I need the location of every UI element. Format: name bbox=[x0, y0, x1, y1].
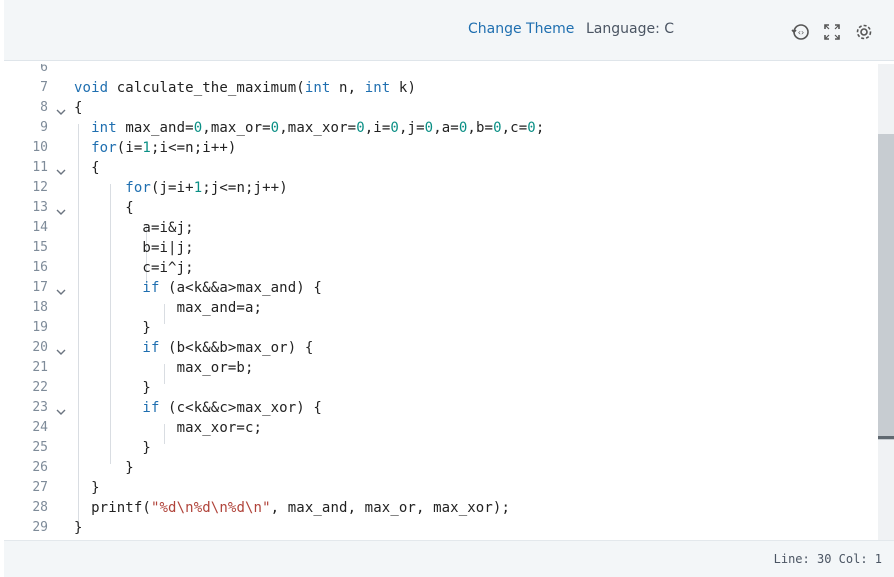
line-number: 25 bbox=[32, 440, 48, 455]
code-text: } bbox=[74, 320, 151, 336]
fold-chevron-icon[interactable] bbox=[56, 103, 66, 115]
code-text: max_or=b; bbox=[74, 360, 254, 376]
fold-chevron-icon[interactable] bbox=[56, 283, 66, 295]
code-line[interactable]: 9 int max_and=0,max_or=0,max_xor=0,i=0,j… bbox=[4, 118, 878, 138]
svg-text:‹›: ‹› bbox=[798, 28, 804, 37]
line-number: 9 bbox=[40, 120, 48, 135]
code-text: void calculate_the_maximum(int n, int k) bbox=[74, 80, 416, 96]
line-number: 6 bbox=[40, 64, 48, 75]
code-line[interactable]: 21 max_or=b; bbox=[4, 358, 878, 378]
code-line[interactable]: 24 max_xor=c; bbox=[4, 418, 878, 438]
code-line[interactable]: 27 } bbox=[4, 478, 878, 498]
code-line[interactable]: 15 b=i|j; bbox=[4, 238, 878, 258]
editor-toolbar: Change Theme Language: C ‹› bbox=[4, 0, 894, 61]
code-text: b=i|j; bbox=[74, 240, 194, 256]
code-text: } bbox=[74, 380, 151, 396]
code-line[interactable]: 12 for(j=i+1;j<=n;j++) bbox=[4, 178, 878, 198]
line-number: 22 bbox=[32, 380, 48, 395]
code-line[interactable]: 25 } bbox=[4, 438, 878, 458]
line-number: 17 bbox=[32, 280, 48, 295]
code-text: max_and=a; bbox=[74, 300, 263, 316]
fold-chevron-icon[interactable] bbox=[56, 163, 66, 175]
line-number: 18 bbox=[32, 300, 48, 315]
cursor-position: Line: 30 Col: 1 bbox=[773, 552, 882, 566]
code-text: } bbox=[74, 480, 100, 496]
code-line[interactable]: 26 } bbox=[4, 458, 878, 478]
code-line[interactable]: 22 } bbox=[4, 378, 878, 398]
scrollbar-thumb[interactable] bbox=[878, 134, 894, 440]
code-line[interactable]: 29} bbox=[4, 518, 878, 538]
gear-icon[interactable] bbox=[854, 22, 874, 42]
fold-chevron-icon[interactable] bbox=[56, 343, 66, 355]
code-area[interactable]: 6 7 void calculate_the_maximum(int n, int … bbox=[4, 64, 878, 540]
line-number: 15 bbox=[32, 240, 48, 255]
code-line[interactable]: 6 bbox=[4, 64, 878, 78]
code-line[interactable]: 7 void calculate_the_maximum(int n, int k… bbox=[4, 78, 878, 98]
code-text: max_xor=c; bbox=[74, 420, 263, 436]
line-number: 23 bbox=[32, 400, 48, 415]
history-icon[interactable]: ‹› bbox=[791, 22, 811, 42]
line-number: 19 bbox=[32, 320, 48, 335]
line-number: 12 bbox=[32, 180, 48, 195]
code-line[interactable]: 23 if (c<k&&c>max_xor) { bbox=[4, 398, 878, 418]
code-line[interactable]: 11 { bbox=[4, 158, 878, 178]
status-bar: Line: 30 Col: 1 bbox=[4, 540, 894, 577]
code-text: { bbox=[74, 200, 134, 216]
line-number: 11 bbox=[32, 160, 48, 175]
line-number: 20 bbox=[32, 340, 48, 355]
code-line[interactable]: 17 if (a<k&&a>max_and) { bbox=[4, 278, 878, 298]
code-line[interactable]: 14 a=i&j; bbox=[4, 218, 878, 238]
line-number: 27 bbox=[32, 480, 48, 495]
line-number: 24 bbox=[32, 420, 48, 435]
line-number: 14 bbox=[32, 220, 48, 235]
code-line[interactable]: 16 c=i^j; bbox=[4, 258, 878, 278]
code-text: printf("%d\n%d\n%d\n", max_and, max_or, … bbox=[74, 500, 511, 516]
code-line[interactable]: 18 max_and=a; bbox=[4, 298, 878, 318]
code-text: { bbox=[74, 160, 100, 176]
code-line[interactable]: 10 for(i=1;i<=n;i++) bbox=[4, 138, 878, 158]
code-text: } bbox=[74, 520, 83, 536]
line-number: 21 bbox=[32, 360, 48, 375]
code-line[interactable]: 20 if (b<k&&b>max_or) { bbox=[4, 338, 878, 358]
change-theme-link[interactable]: Change Theme bbox=[468, 21, 574, 37]
code-line[interactable]: 28 printf("%d\n%d\n%d\n", max_and, max_o… bbox=[4, 498, 878, 518]
code-text: } bbox=[74, 460, 134, 476]
code-text: if (a<k&&a>max_and) { bbox=[142, 280, 322, 296]
fold-chevron-icon[interactable] bbox=[56, 203, 66, 215]
scrollbar-cursor-marker bbox=[878, 436, 894, 439]
code-text: c=i^j; bbox=[74, 260, 194, 276]
code-text: for(i=1;i<=n;i++) bbox=[91, 140, 237, 156]
line-number: 8 bbox=[40, 100, 48, 115]
line-number: 26 bbox=[32, 460, 48, 475]
language-selector[interactable]: Language: C bbox=[586, 21, 674, 37]
code-text: if (c<k&&c>max_xor) { bbox=[142, 400, 322, 416]
code-line[interactable]: 13 { bbox=[4, 198, 878, 218]
code-editor-window: Change Theme Language: C ‹› 6 7 void cal… bbox=[0, 0, 894, 577]
line-number: 10 bbox=[32, 140, 48, 155]
code-line[interactable]: 8{ bbox=[4, 98, 878, 118]
line-number: 13 bbox=[32, 200, 48, 215]
fold-chevron-icon[interactable] bbox=[56, 403, 66, 415]
code-text: { bbox=[74, 100, 83, 116]
line-number: 29 bbox=[32, 520, 48, 535]
line-number: 16 bbox=[32, 260, 48, 275]
code-text: for(j=i+1;j<=n;j++) bbox=[125, 180, 288, 196]
code-text: } bbox=[74, 440, 151, 456]
code-text: int max_and=0,max_or=0,max_xor=0,i=0,j=0… bbox=[91, 120, 545, 136]
line-number: 7 bbox=[40, 80, 48, 95]
code-text: a=i&j; bbox=[74, 220, 194, 236]
fullscreen-icon[interactable] bbox=[822, 22, 842, 42]
line-number: 28 bbox=[32, 500, 48, 515]
code-text: if (b<k&&b>max_or) { bbox=[142, 340, 314, 356]
code-line[interactable]: 19 } bbox=[4, 318, 878, 338]
